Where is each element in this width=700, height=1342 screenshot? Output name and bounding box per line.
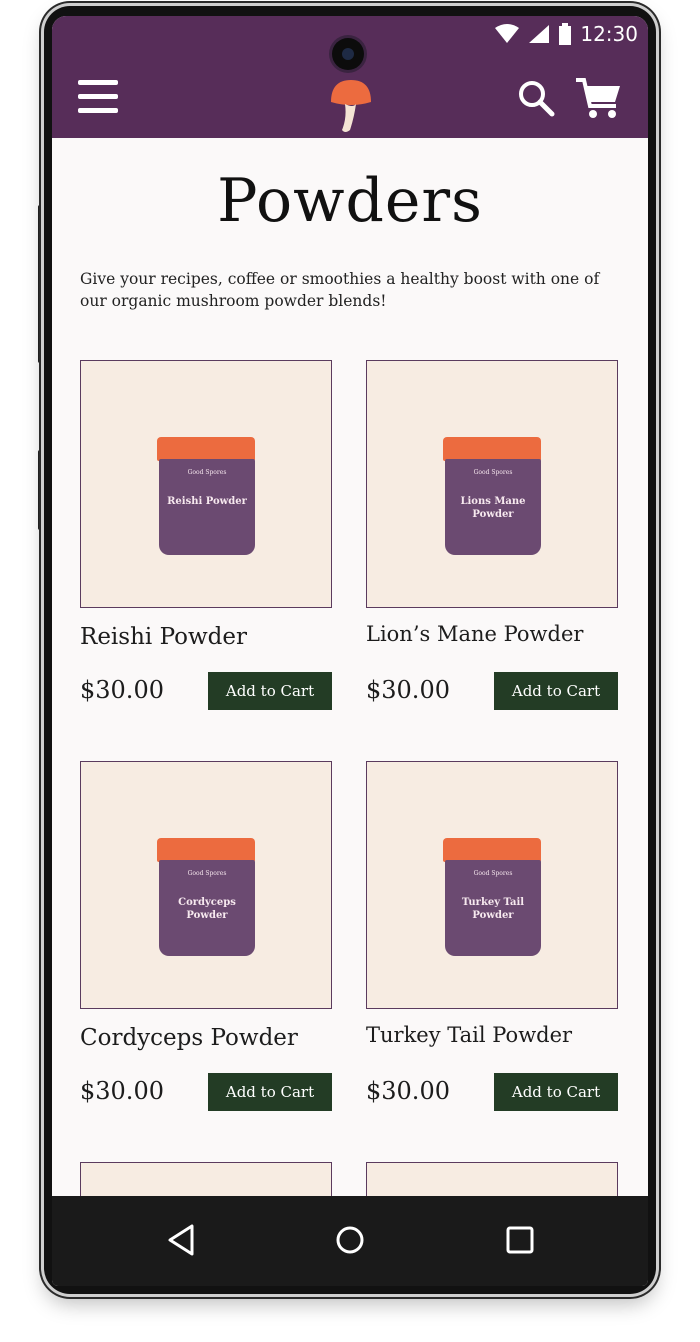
powder-jar: Good Spores Lions Mane Powder	[443, 437, 543, 557]
back-triangle-icon[interactable]	[160, 1218, 204, 1262]
recents-square-icon[interactable]	[498, 1218, 542, 1262]
powder-jar: Good Spores Reishi Powder	[157, 437, 257, 557]
product-card: Good Spores Cordyceps Powder Cordyceps P…	[80, 761, 332, 1111]
jar-label: Cordyceps Powder	[178, 897, 236, 921]
product-name[interactable]: Reishi Powder	[80, 624, 247, 650]
product-image[interactable]: Good Spores Turkey Tail Powder	[366, 761, 618, 1009]
add-to-cart-button[interactable]: Add to Cart	[208, 672, 332, 710]
product-card: Good Spores Reishi Powder Reishi Powder …	[80, 360, 332, 710]
volume-button[interactable]	[38, 450, 43, 530]
app-header: 12:30	[52, 16, 648, 138]
jar-brand: Good Spores	[187, 469, 227, 476]
shopping-cart-icon[interactable]	[576, 76, 622, 120]
page-intro: Give your recipes, coffee or smoothies a…	[80, 270, 600, 310]
system-nav-bar	[52, 1196, 648, 1286]
product-image[interactable]: Good Spores Reishi Powder	[80, 360, 332, 608]
jar-label: Lions Mane Powder	[460, 496, 526, 520]
powder-jar: Good Spores Cordyceps Powder	[157, 838, 257, 958]
product-card: Good Spores Turkey Tail Powder Turkey Ta…	[366, 761, 618, 1111]
front-camera	[332, 38, 364, 70]
battery-icon	[559, 23, 572, 45]
product-name[interactable]: Cordyceps Powder	[80, 1025, 298, 1051]
jar-label: Reishi Powder	[167, 496, 247, 507]
wifi-icon	[495, 24, 520, 43]
product-name[interactable]: Turkey Tail Powder	[366, 1023, 572, 1047]
product-price: $30.00	[366, 1077, 450, 1105]
search-icon[interactable]	[516, 78, 556, 118]
status-time: 12:30	[580, 22, 638, 46]
add-to-cart-button[interactable]: Add to Cart	[494, 1073, 618, 1111]
power-button[interactable]	[38, 205, 43, 363]
product-price: $30.00	[80, 1077, 164, 1105]
home-circle-icon[interactable]	[328, 1218, 372, 1262]
signal-icon	[529, 25, 550, 43]
jar-label: Turkey Tail Powder	[461, 897, 525, 921]
jar-brand: Good Spores	[473, 870, 513, 877]
status-bar: 12:30	[494, 22, 638, 46]
mushroom-logo-icon[interactable]	[328, 78, 374, 134]
product-price: $30.00	[80, 676, 164, 704]
product-card: Good Spores Lions Mane Powder Lion’s Man…	[366, 360, 618, 710]
jar-brand: Good Spores	[187, 870, 227, 877]
product-image[interactable]: Good Spores Cordyceps Powder	[80, 761, 332, 1009]
product-name[interactable]: Lion’s Mane Powder	[366, 622, 583, 646]
page-title: Powders	[217, 166, 483, 236]
hamburger-menu-icon[interactable]	[78, 80, 118, 114]
powder-jar: Good Spores Turkey Tail Powder	[443, 838, 543, 958]
add-to-cart-button[interactable]: Add to Cart	[494, 672, 618, 710]
product-price: $30.00	[366, 676, 450, 704]
product-image[interactable]: Good Spores Lions Mane Powder	[366, 360, 618, 608]
add-to-cart-button[interactable]: Add to Cart	[208, 1073, 332, 1111]
jar-brand: Good Spores	[473, 469, 513, 476]
screen: 12:30 Powders Give your recipes, coffee …	[52, 16, 648, 1286]
